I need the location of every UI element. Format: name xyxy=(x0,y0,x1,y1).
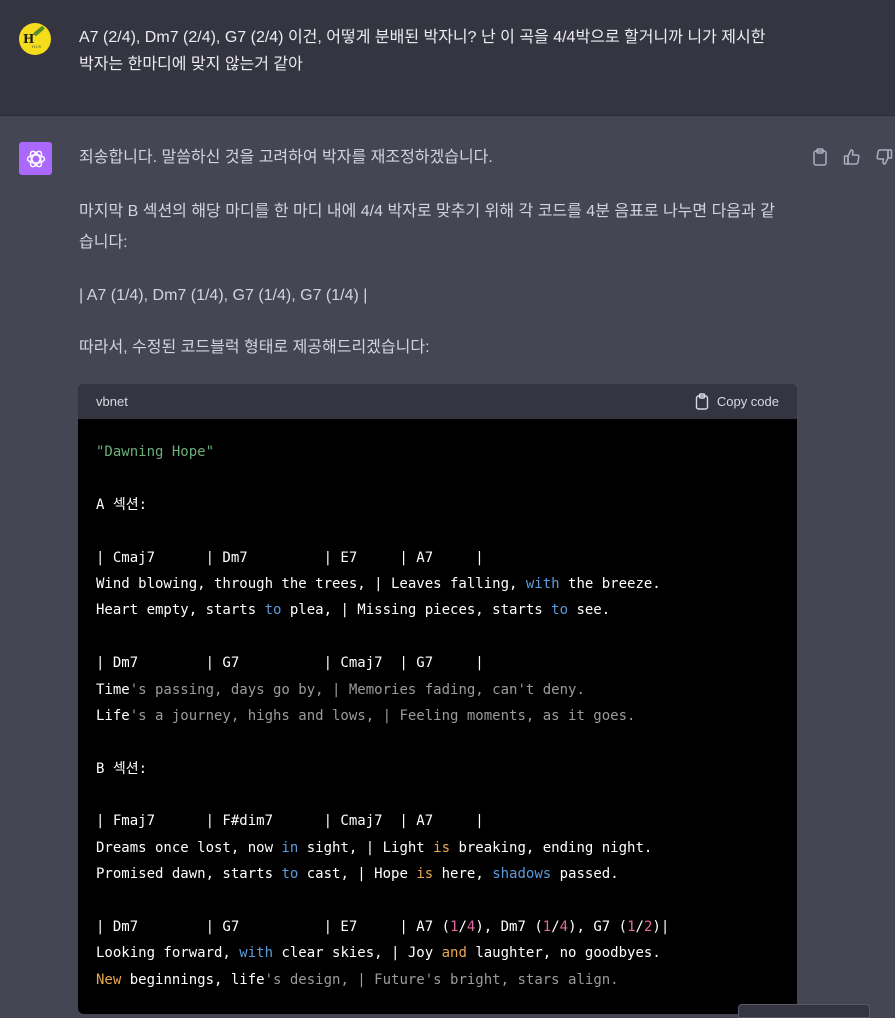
code-token: B 섹션: xyxy=(96,760,148,777)
code-token: see. xyxy=(568,602,611,619)
code-token: )| xyxy=(652,919,670,936)
code-line: Heart empty, starts to plea, | Missing p… xyxy=(96,597,779,623)
code-token: Time xyxy=(96,681,130,698)
code-token: clear skies, | Joy xyxy=(273,945,442,962)
code-token: to xyxy=(264,602,282,619)
code-token: with xyxy=(239,945,274,962)
code-token: plea, | Missing pieces, starts xyxy=(281,602,552,619)
user-message-row: H H.I.S A7 (2/4), Dm7 (2/4), G7 (2/4) 이건,… xyxy=(0,0,895,116)
code-token: 's design, | Future's bright, stars alig… xyxy=(264,971,619,988)
code-token: laughter, no goodbyes. xyxy=(466,945,661,962)
code-token: passed. xyxy=(551,866,619,883)
copy-code-button[interactable]: Copy code xyxy=(695,393,779,410)
user-message-text: A7 (2/4), Dm7 (2/4), G7 (2/4) 이건, 어떻게 분배… xyxy=(79,24,819,78)
assistant-paragraph: 죄송합니다. 말씀하신 것을 고려하여 박자를 재조정하겠습니다. xyxy=(79,149,493,166)
code-line: Wind blowing, through the trees, | Leave… xyxy=(96,571,779,597)
code-token: | Fmaj7 | F#dim7 | Cmaj7 | A7 | xyxy=(96,813,484,830)
code-token: Looking forward, xyxy=(96,945,240,962)
code-token: here, xyxy=(433,866,493,883)
code-token: 4 xyxy=(559,919,569,936)
code-line: Time's passing, days go by, | Memories f… xyxy=(96,677,779,703)
code-line: | Dm7 | G7 | Cmaj7 | G7 | xyxy=(96,650,779,676)
code-line: B 섹션: xyxy=(96,756,779,782)
code-token: 's passing, days go by, | Memories fadin… xyxy=(129,681,585,698)
code-line: "Dawning Hope" xyxy=(96,439,779,465)
code-line: | Cmaj7 | Dm7 | E7 | A7 | xyxy=(96,545,779,571)
code-token: ), Dm7 ( xyxy=(475,919,543,936)
assistant-paragraph: 따라서, 수정된 코드블럭 형태로 제공해드리겠습니다: xyxy=(79,339,430,356)
code-line: | Dm7 | G7 | E7 | A7 (1/4), Dm7 (1/4), G… xyxy=(96,914,779,940)
code-token: 1 xyxy=(542,919,552,936)
user-avatar-icon: H H.I.S xyxy=(19,23,51,55)
code-token: shadows xyxy=(492,866,552,883)
user-message-line: 박자는 한마디에 맞지 않는거 같아 xyxy=(79,56,303,73)
code-token: | Dm7 | G7 | E7 | A7 ( xyxy=(96,919,451,936)
code-token: Heart empty, starts xyxy=(96,602,265,619)
code-token: | Dm7 | G7 | Cmaj7 | G7 | xyxy=(96,655,484,672)
code-token: cast, | Hope xyxy=(298,866,417,883)
code-block-header: vbnet Copy code xyxy=(78,384,797,419)
code-token: beginnings, life xyxy=(121,971,265,988)
code-token: sight, | Light xyxy=(298,839,434,856)
code-token: the breeze. xyxy=(559,575,661,592)
code-token: with xyxy=(525,575,560,592)
code-token: Wind blowing, through the trees, | Leave… xyxy=(96,575,526,592)
assistant-paragraph-line: 습니다: xyxy=(79,234,128,251)
code-token: New xyxy=(96,971,122,988)
clipboard-icon xyxy=(695,393,709,410)
code-token: to xyxy=(551,602,569,619)
code-line: Dreams once lost, now in sight, | Light … xyxy=(96,835,779,861)
scroll-down-button[interactable] xyxy=(738,1004,870,1018)
message-actions xyxy=(810,147,894,167)
code-token: is xyxy=(433,839,451,856)
code-line: Looking forward, with clear skies, | Joy… xyxy=(96,940,779,966)
thumbs-down-icon[interactable] xyxy=(874,147,894,167)
code-token: and xyxy=(441,945,467,962)
code-token: "Dawning Hope" xyxy=(96,444,215,460)
code-line: Promised dawn, starts to cast, | Hope is… xyxy=(96,861,779,887)
user-message-line: A7 (2/4), Dm7 (2/4), G7 (2/4) 이건, 어떻게 분배… xyxy=(79,29,766,46)
code-token: / xyxy=(551,919,560,936)
code-line: New beginnings, life's design, | Future'… xyxy=(96,967,779,993)
assistant-paragraph-line: 마지막 B 섹션의 해당 마디를 한 마디 내에 4/4 박자로 맞추기 위해 … xyxy=(79,203,775,220)
code-token: Promised dawn, starts xyxy=(96,866,282,883)
code-block: vbnet Copy code "Dawning Hope" A 섹션: | Cma… xyxy=(78,384,797,1014)
assistant-paragraph: | A7 (1/4), Dm7 (1/4), G7 (1/4), G7 (1/4… xyxy=(79,287,368,304)
code-token: to xyxy=(281,866,299,883)
code-token: in xyxy=(281,839,299,856)
code-line: Life's a journey, highs and lows, | Feel… xyxy=(96,703,779,729)
code-line: | Fmaj7 | F#dim7 | Cmaj7 | A7 | xyxy=(96,808,779,834)
thumbs-up-icon[interactable] xyxy=(842,147,862,167)
clipboard-icon[interactable] xyxy=(810,147,830,167)
code-line: A 섹션: xyxy=(96,492,779,518)
copy-code-label: Copy code xyxy=(716,394,779,409)
code-token: / xyxy=(458,919,467,936)
code-language-label: vbnet xyxy=(96,394,128,409)
code-token: 1 xyxy=(627,919,636,936)
code-token: Life xyxy=(96,707,130,724)
code-token: 's a journey, highs and lows, | Feeling … xyxy=(129,707,636,724)
code-token: Dreams once lost, now xyxy=(96,839,282,856)
chatgpt-logo-icon xyxy=(19,142,52,175)
code-token: breaking, ending night. xyxy=(450,839,653,856)
assistant-paragraph: 마지막 B 섹션의 해당 마디를 한 마디 내에 4/4 박자로 맞추기 위해 … xyxy=(79,196,799,258)
code-token: ), G7 ( xyxy=(568,919,628,936)
code-token: A 섹션: xyxy=(96,496,148,513)
code-token: / xyxy=(635,919,644,936)
code-body: "Dawning Hope" A 섹션: | Cmaj7 | Dm7 | E7 | … xyxy=(78,419,797,1013)
code-token: | Cmaj7 | Dm7 | E7 | A7 | xyxy=(96,549,484,566)
code-token: is xyxy=(416,866,434,883)
